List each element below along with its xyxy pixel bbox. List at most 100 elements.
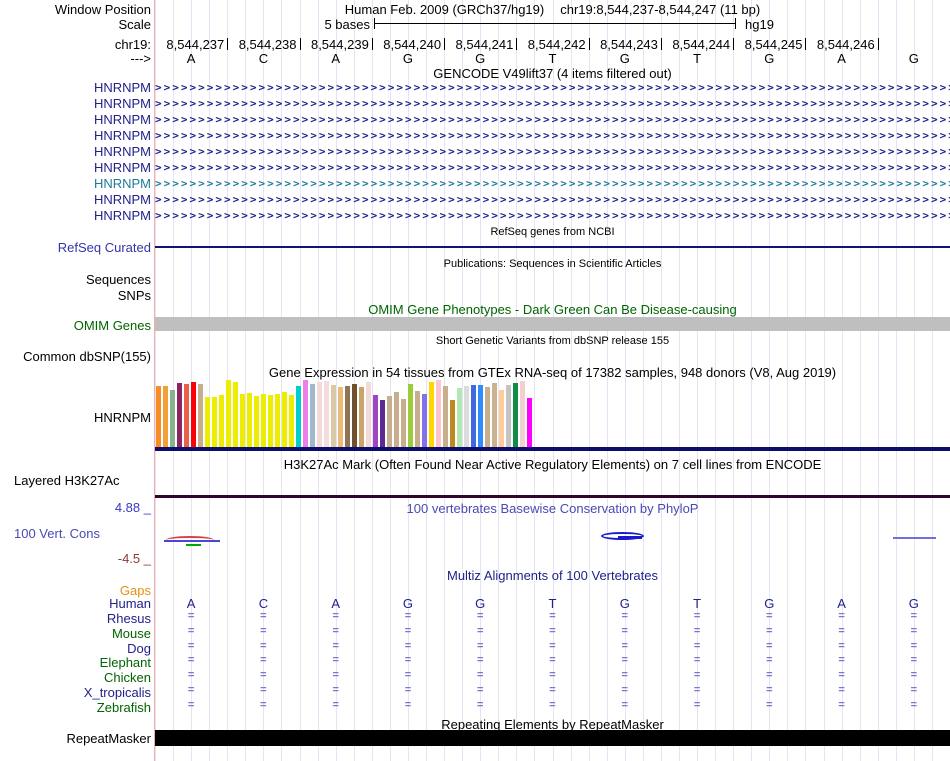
- alignment-match-mark: =: [260, 624, 267, 637]
- phylop-label[interactable]: 100 Vert. Cons: [14, 526, 100, 541]
- human-base: G: [402, 596, 413, 611]
- gtex-bar: [422, 394, 427, 447]
- alignment-match-mark: =: [260, 639, 267, 652]
- base-letter: G: [402, 51, 413, 66]
- alignment-match-mark: =: [910, 624, 918, 637]
- gene-transcript-arrows[interactable]: >>>>>>>>>>>>>>>>>>>>>>>>>>>>>>>>>>>>>>>>…: [155, 176, 950, 192]
- sequences-label[interactable]: Sequences: [86, 272, 151, 287]
- gene-label[interactable]: HNRNPM: [94, 80, 151, 96]
- gene-label[interactable]: HNRNPM: [94, 160, 151, 176]
- base-letter: G: [908, 51, 919, 66]
- human-label[interactable]: Human: [109, 596, 151, 611]
- gtex-bar: [359, 387, 364, 447]
- strand-direction-label: --->: [130, 51, 151, 66]
- conservation-mark-blue-line-left[interactable]: [164, 540, 220, 542]
- alignment-match-mark: =: [693, 639, 701, 652]
- alignment-match-mark: =: [332, 654, 339, 667]
- alignment-match-mark: =: [910, 684, 918, 697]
- snps-label[interactable]: SNPs: [118, 288, 151, 303]
- gtex-bar: [485, 387, 490, 447]
- gene-transcript-arrows[interactable]: >>>>>>>>>>>>>>>>>>>>>>>>>>>>>>>>>>>>>>>>…: [155, 192, 950, 208]
- gtex-bar: [219, 395, 224, 447]
- repeatmasker-label[interactable]: RepeatMasker: [66, 731, 151, 746]
- alignment-match-mark: =: [693, 669, 701, 682]
- gene-label[interactable]: HNRNPM: [94, 144, 151, 160]
- gtex-bar: [317, 382, 322, 447]
- h3k27ac-track-line[interactable]: [155, 495, 950, 498]
- alignment-match-mark: =: [187, 639, 195, 652]
- publications-title: Publications: Sequences in Scientific Ar…: [443, 258, 662, 270]
- gtex-bar: [205, 397, 210, 447]
- gtex-gene-label[interactable]: HNRNPM: [94, 410, 151, 425]
- alignment-match-mark: =: [332, 698, 339, 711]
- coordinate-label: 8,544,237: [166, 37, 225, 52]
- gene-transcript-arrows[interactable]: >>>>>>>>>>>>>>>>>>>>>>>>>>>>>>>>>>>>>>>>…: [155, 96, 950, 112]
- human-base: G: [908, 596, 919, 611]
- genome-browser-image: Window Position Human Feb. 2009 (GRCh37/…: [0, 0, 950, 761]
- alignment-match-mark: =: [621, 624, 628, 637]
- gtex-bar: [282, 392, 287, 447]
- gtex-chart-baseline[interactable]: [155, 447, 950, 451]
- dbsnp-label[interactable]: Common dbSNP(155): [23, 349, 151, 364]
- window-position-label: Window Position: [54, 2, 151, 17]
- alignment-match-mark: =: [476, 669, 484, 682]
- gene-transcript-arrows[interactable]: >>>>>>>>>>>>>>>>>>>>>>>>>>>>>>>>>>>>>>>>…: [155, 160, 950, 176]
- gene-transcript-arrows[interactable]: >>>>>>>>>>>>>>>>>>>>>>>>>>>>>>>>>>>>>>>>…: [155, 128, 950, 144]
- alignment-match-mark: =: [404, 669, 412, 682]
- gene-label[interactable]: HNRNPM: [94, 208, 151, 224]
- gtex-bar: [261, 394, 266, 447]
- window-title: Human Feb. 2009 (GRCh37/hg19) chr19:8,544…: [155, 2, 950, 17]
- base-letter: A: [186, 51, 196, 66]
- human-base: A: [186, 596, 196, 611]
- omim-genes-bar[interactable]: [155, 317, 950, 331]
- repeatmasker-element-bar[interactable]: [155, 730, 950, 746]
- alignment-match-mark: =: [260, 698, 267, 711]
- conservation-mark-ellipse-bar[interactable]: [618, 536, 642, 539]
- gtex-bar: [373, 395, 378, 447]
- alignment-match-mark: =: [766, 698, 773, 711]
- gene-label[interactable]: HNRNPM: [94, 192, 151, 208]
- alignment-match-mark: =: [838, 610, 845, 622]
- gene-transcript-arrows[interactable]: >>>>>>>>>>>>>>>>>>>>>>>>>>>>>>>>>>>>>>>>…: [155, 144, 950, 160]
- alignment-match-mark: =: [332, 669, 339, 682]
- omim-genes-label[interactable]: OMIM Genes: [74, 318, 151, 333]
- phylop-min-value: -4.5 _: [117, 551, 151, 566]
- species-label[interactable]: X_tropicalis: [84, 685, 151, 700]
- species-label[interactable]: Mouse: [112, 626, 151, 641]
- species-label[interactable]: Chicken: [104, 670, 151, 685]
- alignment-match-mark: =: [693, 684, 701, 697]
- base-letter: G: [764, 51, 775, 66]
- species-label[interactable]: Zebrafish: [97, 700, 151, 715]
- alignment-match-mark: =: [549, 624, 556, 637]
- alignment-match-mark: =: [621, 698, 628, 711]
- human-base: G: [619, 596, 630, 611]
- gtex-title: Gene Expression in 54 tissues from GTEx …: [268, 365, 837, 380]
- species-label[interactable]: Elephant: [100, 655, 151, 670]
- gene-transcript-arrows[interactable]: >>>>>>>>>>>>>>>>>>>>>>>>>>>>>>>>>>>>>>>>…: [155, 80, 950, 96]
- alignment-match-mark: =: [260, 684, 267, 697]
- species-label[interactable]: Dog: [127, 641, 151, 656]
- repeatmasker-title: Repeating Elements by RepeatMasker: [441, 717, 664, 732]
- gene-label[interactable]: HNRNPM: [94, 128, 151, 144]
- gtex-bar: [338, 387, 343, 447]
- gtex-bar: [429, 382, 434, 447]
- refseq-curated-label[interactable]: RefSeq Curated: [58, 240, 151, 255]
- gtex-bar: [401, 399, 406, 447]
- refseq-gene-line[interactable]: [155, 246, 950, 248]
- conservation-mark-green-dash[interactable]: [186, 544, 201, 546]
- gtex-bar: [520, 381, 525, 447]
- conservation-mark-blue-line-right[interactable]: [893, 537, 936, 539]
- species-label[interactable]: Rhesus: [107, 611, 151, 626]
- h3k27ac-label[interactable]: Layered H3K27Ac: [14, 473, 120, 488]
- assembly-title: Human Feb. 2009 (GRCh37/hg19): [344, 2, 545, 17]
- gtex-bar: [394, 392, 399, 447]
- gene-label[interactable]: HNRNPM: [94, 96, 151, 112]
- coordinate-label: 8,544,241: [455, 37, 514, 52]
- alignment-match-mark: =: [621, 654, 628, 667]
- gene-transcript-arrows[interactable]: >>>>>>>>>>>>>>>>>>>>>>>>>>>>>>>>>>>>>>>>…: [155, 112, 950, 128]
- gene-label[interactable]: HNRNPM: [94, 176, 151, 192]
- gene-transcript-arrows[interactable]: >>>>>>>>>>>>>>>>>>>>>>>>>>>>>>>>>>>>>>>>…: [155, 208, 950, 224]
- alignment-match-mark: =: [404, 654, 412, 667]
- gene-label[interactable]: HNRNPM: [94, 112, 151, 128]
- alignment-match-mark: =: [476, 639, 484, 652]
